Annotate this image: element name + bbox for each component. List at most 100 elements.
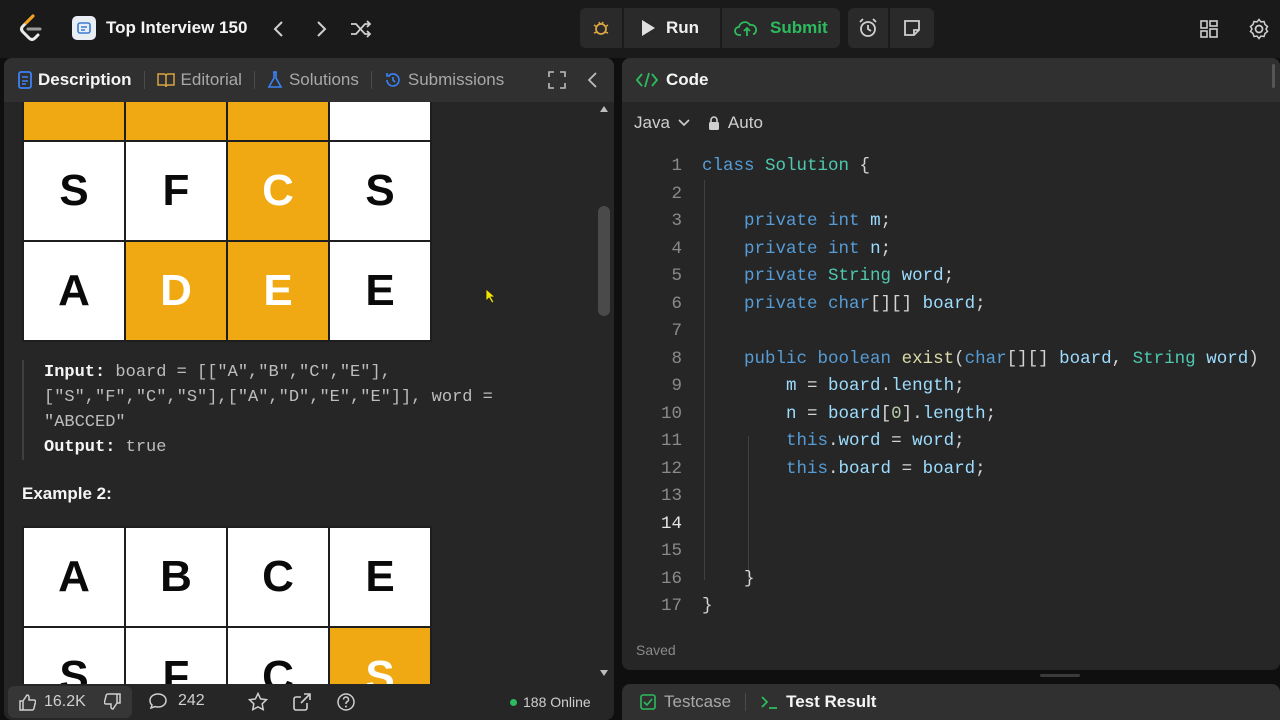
notes-button[interactable] [890,8,934,48]
terminal-icon [761,696,778,709]
leetcode-logo[interactable] [18,14,44,42]
comments-button[interactable]: 242 [148,692,205,710]
board-cell: S [330,142,430,240]
tab-description[interactable]: Description [4,70,144,90]
prev-problem-icon[interactable] [266,16,292,42]
flask-icon [267,71,283,88]
vote-group: 16.2K [8,686,132,718]
layout-icon[interactable] [1196,16,1222,42]
dislike-button[interactable] [103,693,122,716]
code-line: } [702,596,713,616]
tab-submissions[interactable]: Submissions [372,70,516,90]
comment-icon [149,693,167,710]
board-cell: E [330,242,430,340]
alarm-clock-icon [859,18,877,37]
line-number: 3 [671,211,682,231]
run-button[interactable]: Run [624,8,720,48]
panel-drag-handle[interactable] [1040,674,1080,677]
scroll-thumb[interactable] [598,206,610,316]
tab-test-result[interactable]: Test Result [760,692,876,712]
output-label: Output: [44,438,116,457]
tab-editorial[interactable]: Editorial [145,70,254,90]
code-brackets-icon [636,72,658,88]
board-cell: F [126,628,226,684]
bug-icon [593,21,609,35]
submit-button[interactable]: Submit [722,8,840,48]
tab-testcase-label: Testcase [664,692,732,711]
timer-button[interactable] [848,8,888,48]
language-select[interactable]: Java [634,113,690,133]
description-content: S F C S A D E E Input: board = [["A","B"… [0,102,596,684]
panel-resize-handle[interactable] [1272,64,1275,88]
board-cell: E [228,242,328,340]
next-problem-icon[interactable] [308,16,334,42]
board-cell [126,102,226,140]
history-icon [386,73,400,87]
board-cell [228,102,328,140]
line-number: 4 [671,238,682,259]
scroll-up-icon[interactable] [600,106,608,112]
lock-icon [708,116,719,130]
code-line: private String word; [744,266,955,286]
settings-gear-icon[interactable] [1246,16,1272,42]
code-line: class Solution { [702,156,871,176]
board-cell [24,102,124,140]
board-cell: B [126,528,226,626]
share-icon[interactable] [292,692,312,717]
help-icon[interactable] [336,692,356,717]
board-cell: S [24,628,124,684]
code-line: } [702,568,755,589]
output-value: true [115,438,167,457]
tab-testcase[interactable]: Testcase [640,692,731,712]
favorite-star-icon[interactable] [247,691,269,717]
document-icon [18,71,32,89]
line-number: 2 [671,183,682,204]
line-number-current: 14 [660,513,682,534]
like-count: 16.2K [44,693,86,710]
code-line: this.board = board; [786,458,986,479]
submit-label: Submit [770,18,828,37]
input-line: "ABCCED" [44,413,126,432]
example1-board-image: S F C S A D E E [22,102,432,342]
code-line: public boolean exist(char[][] board, Str… [744,348,1259,369]
tab-solutions[interactable]: Solutions [255,70,371,90]
maximize-icon[interactable] [548,71,566,94]
auto-mode-label: Auto [727,113,763,132]
scroll-down-icon[interactable] [600,670,608,676]
play-icon [642,20,655,36]
line-number: 7 [671,321,682,341]
code-line: this.word = word; [786,431,965,451]
editor-toolbar: Java Auto [634,113,763,133]
problem-list-icon [72,16,96,40]
code-editor[interactable]: 1 2 3 4 5 6 7 8 9 10 11 12 13 14 15 16 1… [622,148,1278,628]
board-cell: S [24,142,124,240]
input-label: Input: [44,363,106,382]
example2-board-image: A B C E S F C S [22,526,432,684]
auto-mode[interactable]: Auto [708,113,763,133]
line-number: 12 [660,458,682,479]
line-number: 16 [660,568,682,589]
language-value: Java [634,113,670,132]
thumbs-down-icon [103,693,121,710]
comment-count: 242 [178,692,205,709]
shuffle-icon[interactable] [348,16,374,42]
collapse-panel-icon[interactable] [586,71,598,94]
like-button[interactable]: 16.2K [8,693,86,711]
code-panel-title: Code [666,70,709,89]
line-number: 15 [660,541,682,561]
description-footer: 16.2K 242 188 Online [0,684,610,720]
board-cell: C [228,628,328,684]
note-icon [904,20,920,36]
cloud-upload-icon [734,21,758,36]
description-scrollbar[interactable] [598,102,610,684]
tab-separator [745,693,747,711]
tab-test-result-label: Test Result [786,692,877,711]
run-label: Run [666,18,700,37]
line-number: 17 [660,596,682,616]
debug-button[interactable] [580,8,622,48]
description-tabs: Description Editorial Solutions Submissi… [4,58,614,102]
problem-list-button[interactable]: Top Interview 150 [72,16,247,40]
example1-io: Input: board = [["A","B","C","E"], ["S",… [22,360,582,460]
line-number: 6 [671,293,682,314]
board-cell [330,102,430,140]
